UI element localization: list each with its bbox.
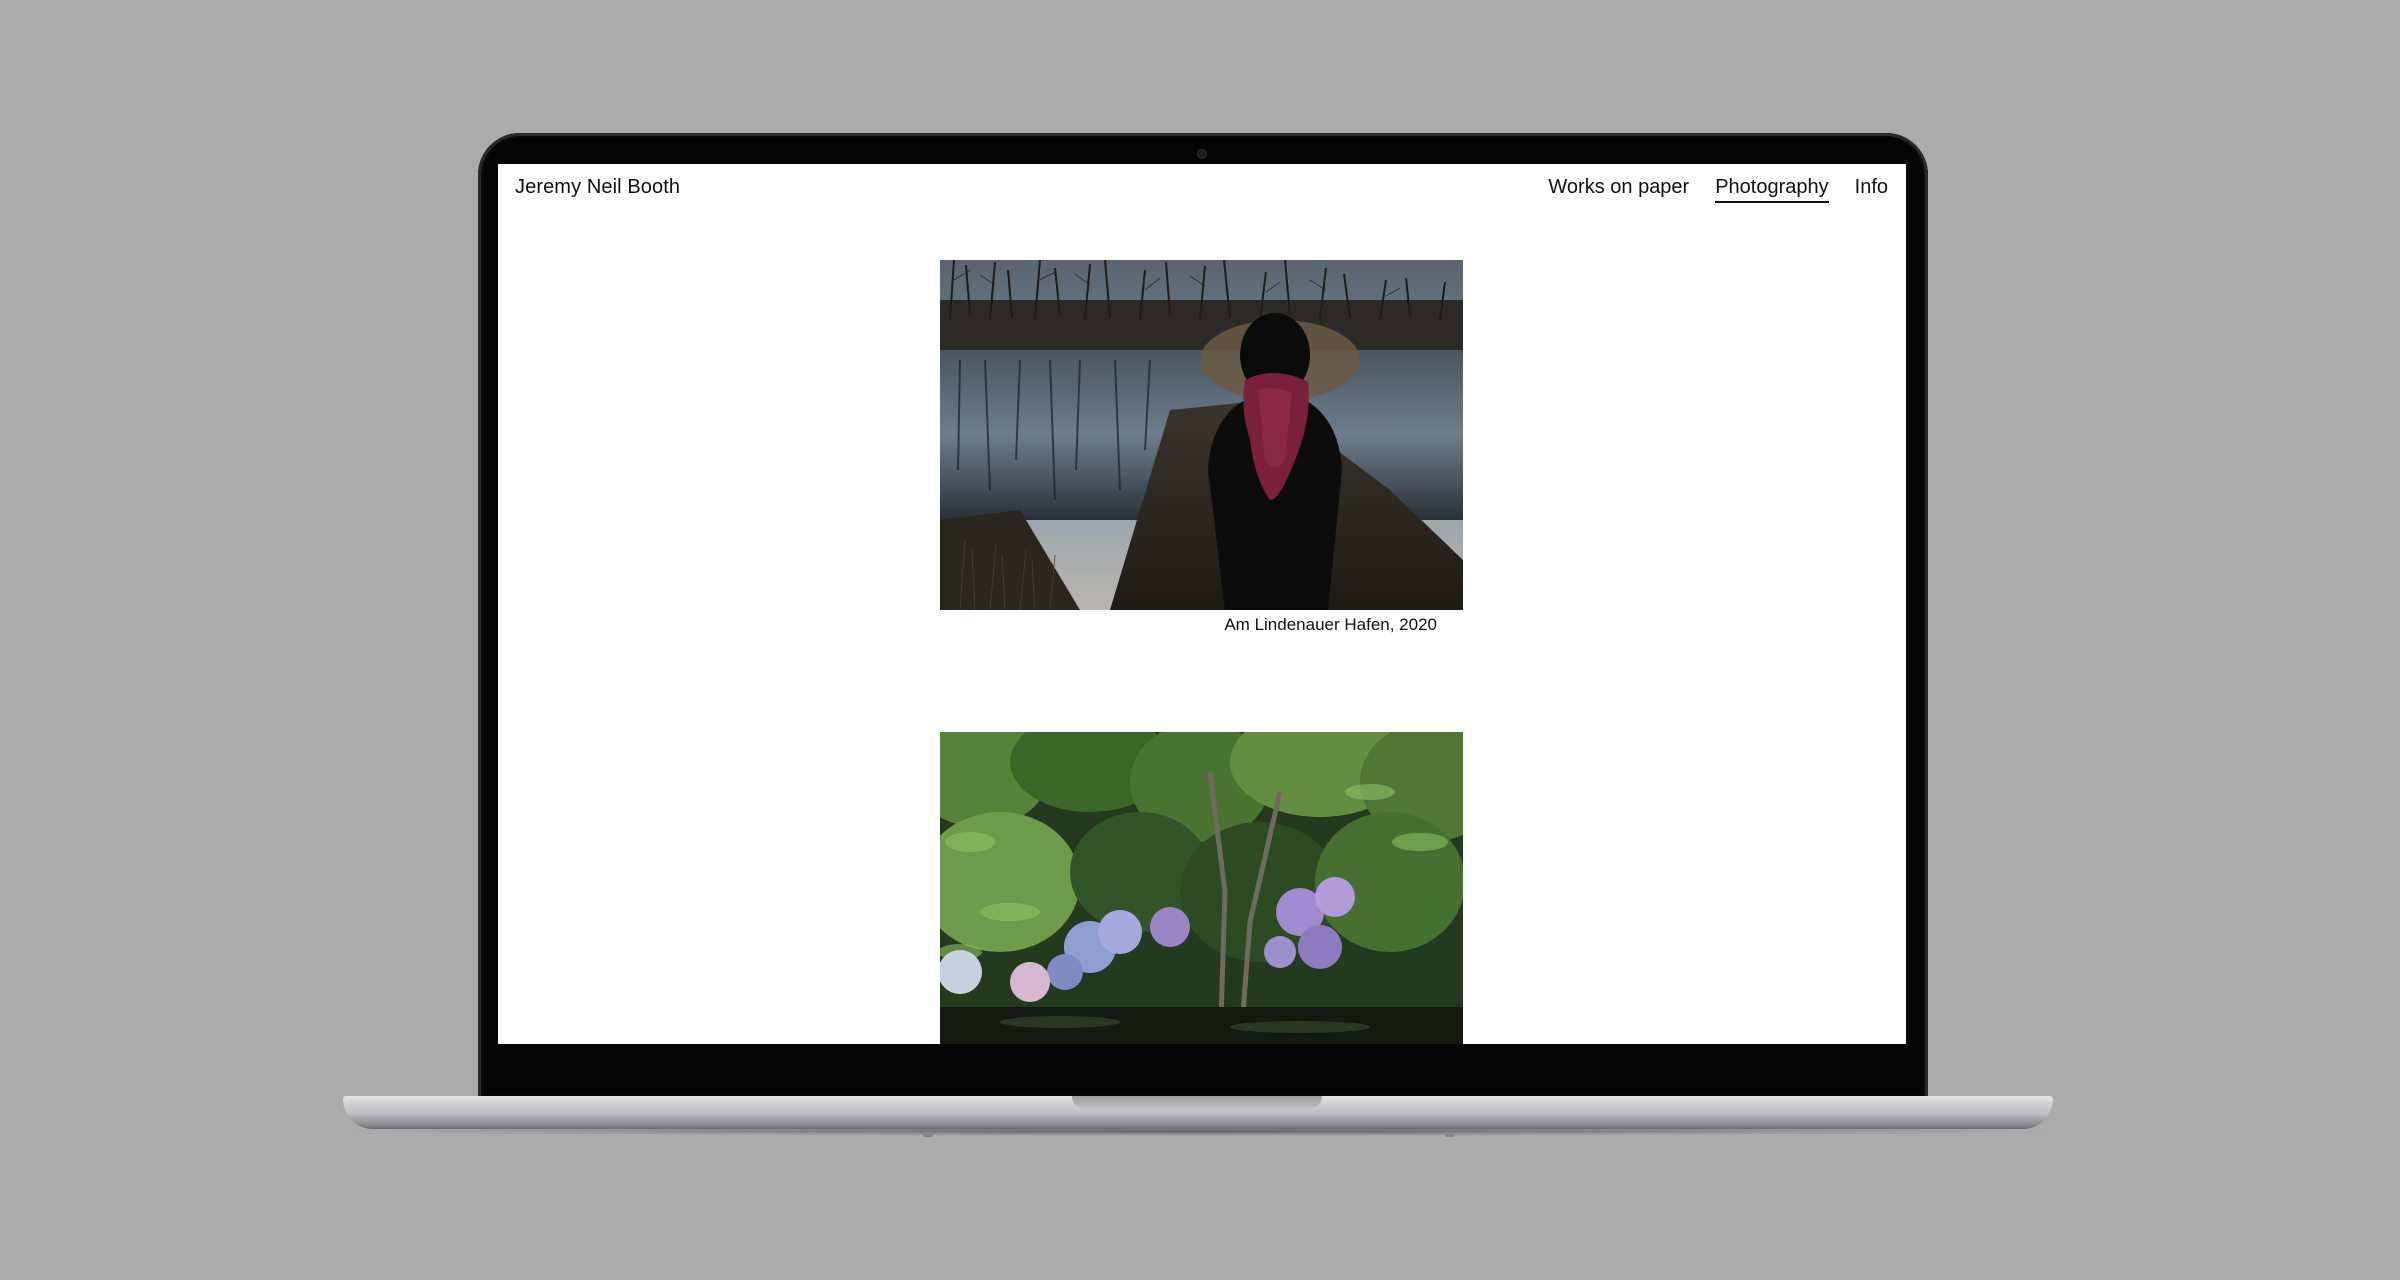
laptop-foot-right [1445,1134,1455,1137]
laptop-foot-left [923,1134,933,1137]
laptop-notch [1072,1096,1322,1110]
gallery-photo-foliage[interactable] [940,732,1463,1044]
main-nav: Works on paper Photography Info [1548,176,1888,203]
site-header: Jeremy Neil Booth Works on paper Photogr… [498,164,1906,224]
gallery-photo-lake[interactable] [940,260,1463,610]
site-title-link[interactable]: Jeremy Neil Booth [515,176,680,199]
mockup-stage: Jeremy Neil Booth Works on paper Photogr… [0,0,2400,1280]
laptop-screen: Jeremy Neil Booth Works on paper Photogr… [498,164,1906,1044]
nav-item-info[interactable]: Info [1855,176,1888,203]
camera-icon [1198,150,1206,158]
nav-item-photography[interactable]: Photography [1715,176,1829,203]
photo-caption: Am Lindenauer Hafen, 2020 [1224,615,1437,634]
nav-item-works-on-paper[interactable]: Works on paper [1548,176,1689,203]
